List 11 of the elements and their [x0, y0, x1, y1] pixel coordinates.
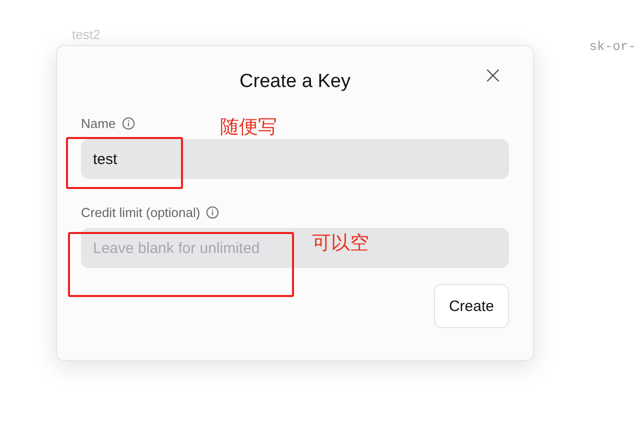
close-button[interactable]: ×: [480, 64, 505, 86]
row-key: sk-or-: [589, 39, 636, 54]
info-icon: [122, 117, 135, 130]
annotation-note: 随便写: [220, 118, 277, 138]
field-label: Credit limit (optional): [81, 205, 200, 220]
create-button[interactable]: Create: [434, 284, 509, 328]
annotation-note: 可以空: [312, 234, 369, 254]
field-label: Name: [81, 116, 116, 131]
input-field[interactable]: test: [81, 139, 509, 179]
dialog-title: Create a Key: [240, 71, 350, 93]
info-icon: [206, 206, 220, 219]
